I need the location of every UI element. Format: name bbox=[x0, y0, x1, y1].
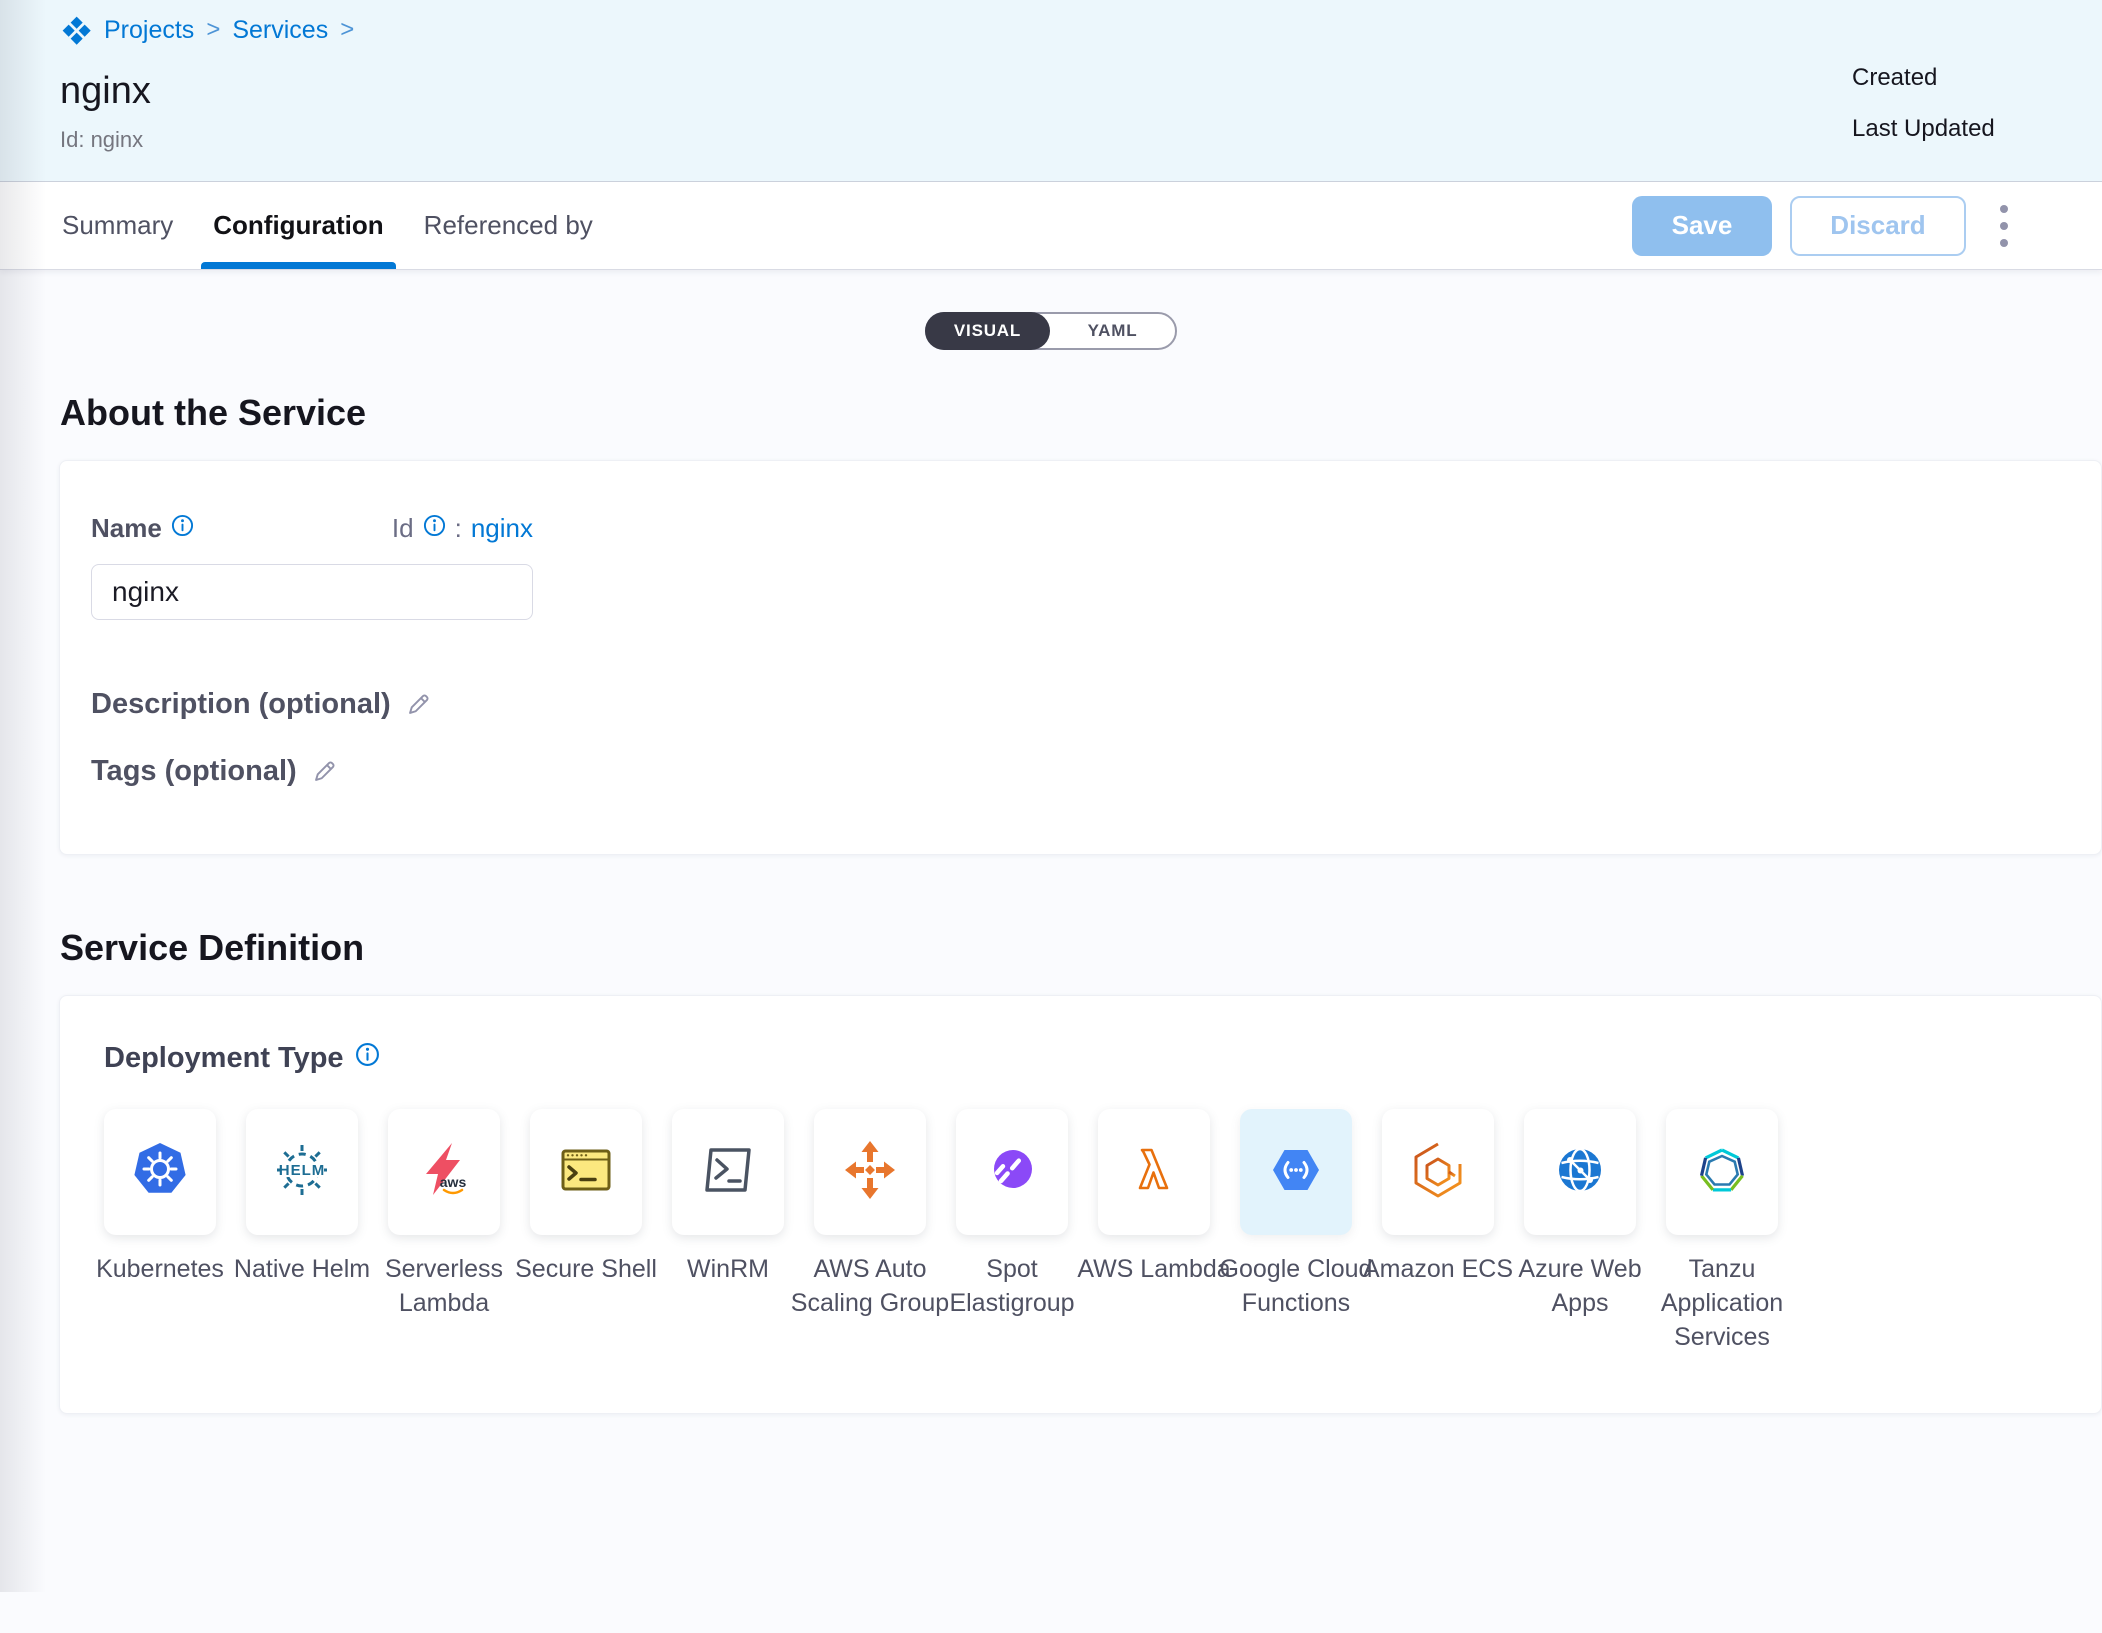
deployment-type-grid: KubernetesHELMNative HelmawsServerless L… bbox=[104, 1109, 2101, 1354]
description-edit-icon[interactable] bbox=[405, 691, 432, 718]
deployment-type-tile-label: Tanzu Application Services bbox=[1640, 1253, 1804, 1354]
name-label-group: Name bbox=[91, 513, 194, 544]
deployment-type-tile-aws-lambda[interactable] bbox=[1098, 1109, 1210, 1235]
svg-text:aws: aws bbox=[440, 1174, 467, 1190]
serverless-lambda-icon: aws bbox=[412, 1138, 476, 1207]
tags-edit-icon[interactable] bbox=[311, 758, 338, 785]
created-label: Created bbox=[1852, 64, 1995, 92]
deployment-type-serverless-lambda: awsServerless Lambda bbox=[388, 1109, 500, 1354]
deployment-type-tile-secure-shell[interactable] bbox=[530, 1109, 642, 1235]
harness-projects-icon bbox=[60, 14, 92, 46]
deployment-type-winrm: WinRM bbox=[672, 1109, 784, 1354]
deployment-type-tile-label: Google Cloud Functions bbox=[1214, 1253, 1378, 1321]
deployment-type-tile-kubernetes[interactable] bbox=[104, 1109, 216, 1235]
tab-configuration[interactable]: Configuration bbox=[193, 182, 403, 269]
configuration-content: VISUAL YAML About the Service Name Id : bbox=[0, 312, 2102, 1633]
deployment-type-secure-shell: Secure Shell bbox=[530, 1109, 642, 1354]
tab-summary[interactable]: Summary bbox=[42, 182, 193, 269]
deployment-type-aws-lambda: AWS Lambda bbox=[1098, 1109, 1210, 1354]
more-options-button[interactable] bbox=[1984, 196, 2024, 256]
deployment-type-tile-label: WinRM bbox=[646, 1253, 810, 1287]
deployment-type-tile-winrm[interactable] bbox=[672, 1109, 784, 1235]
breadcrumb-projects-link[interactable]: Projects bbox=[104, 16, 194, 45]
spot-elastigroup-icon bbox=[980, 1138, 1044, 1207]
deployment-type-tile-aws-auto-scaling-group[interactable] bbox=[814, 1109, 926, 1235]
breadcrumb-services-link[interactable]: Services bbox=[232, 16, 328, 45]
svg-text:HELM: HELM bbox=[279, 1162, 326, 1179]
tab-referenced-by[interactable]: Referenced by bbox=[404, 182, 613, 269]
name-info-icon[interactable] bbox=[171, 513, 194, 544]
deployment-type-azure-web-apps: Azure Web Apps bbox=[1524, 1109, 1636, 1354]
visual-yaml-toggle: VISUAL YAML bbox=[925, 312, 1177, 350]
service-definition-card: Deployment Type KubernetesHELMNative Hel… bbox=[59, 995, 2102, 1414]
azure-web-apps-icon bbox=[1548, 1138, 1612, 1207]
id-info-icon[interactable] bbox=[423, 513, 446, 544]
deployment-type-kubernetes: Kubernetes bbox=[104, 1109, 216, 1354]
deployment-type-tile-label: Amazon ECS bbox=[1356, 1253, 1520, 1287]
discard-button[interactable]: Discard bbox=[1790, 196, 1966, 256]
deployment-type-tile-label: Spot Elastigroup bbox=[930, 1253, 1094, 1321]
aws-auto-scaling-group-icon bbox=[838, 1138, 902, 1207]
deployment-type-spot-elastigroup: Spot Elastigroup bbox=[956, 1109, 1068, 1354]
tab-actions: Save Discard bbox=[1632, 196, 2102, 256]
deployment-type-tile-label: AWS Auto Scaling Group bbox=[788, 1253, 952, 1321]
page-title: nginx bbox=[60, 70, 2102, 113]
service-definition-heading: Service Definition bbox=[60, 927, 2102, 969]
about-service-heading: About the Service bbox=[60, 392, 2102, 434]
chevron-right-icon: > bbox=[338, 16, 356, 44]
service-id-line: Id: nginx bbox=[60, 127, 2102, 153]
deployment-type-tile-spot-elastigroup[interactable] bbox=[956, 1109, 1068, 1235]
chevron-right-icon: > bbox=[204, 16, 222, 44]
deployment-type-aws-auto-scaling-group: AWS Auto Scaling Group bbox=[814, 1109, 926, 1354]
deployment-type-tile-label: Native Helm bbox=[220, 1253, 384, 1287]
deployment-type-info-icon[interactable] bbox=[355, 1042, 380, 1075]
tags-label: Tags (optional) bbox=[91, 755, 297, 788]
deployment-type-tile-label: Kubernetes bbox=[78, 1253, 242, 1287]
deployment-type-tile-amazon-ecs[interactable] bbox=[1382, 1109, 1494, 1235]
id-label: Id bbox=[392, 513, 414, 544]
kubernetes-icon bbox=[128, 1138, 192, 1207]
google-cloud-functions-icon bbox=[1264, 1138, 1328, 1207]
deployment-type-label: Deployment Type bbox=[104, 1042, 344, 1075]
deployment-type-tile-native-helm[interactable]: HELM bbox=[246, 1109, 358, 1235]
deployment-type-tile-serverless-lambda[interactable]: aws bbox=[388, 1109, 500, 1235]
deployment-type-tile-label: Secure Shell bbox=[504, 1253, 668, 1287]
deployment-type-tile-tanzu-application-services[interactable] bbox=[1666, 1109, 1778, 1235]
deployment-type-tile-azure-web-apps[interactable] bbox=[1524, 1109, 1636, 1235]
native-helm-icon: HELM bbox=[270, 1138, 334, 1207]
deployment-type-tile-google-cloud-functions[interactable] bbox=[1240, 1109, 1352, 1235]
amazon-ecs-icon bbox=[1406, 1138, 1470, 1207]
breadcrumb: Projects > Services > bbox=[60, 14, 2102, 46]
toggle-visual[interactable]: VISUAL bbox=[925, 312, 1050, 350]
winrm-icon bbox=[696, 1138, 760, 1207]
id-colon: : bbox=[455, 513, 462, 544]
about-service-card: Name Id : nginx Description (optional) bbox=[59, 460, 2102, 855]
toggle-yaml[interactable]: YAML bbox=[1050, 314, 1175, 348]
save-button[interactable]: Save bbox=[1632, 196, 1772, 256]
tanzu-application-services-icon bbox=[1690, 1138, 1754, 1207]
deployment-type-tile-label: AWS Lambda bbox=[1072, 1253, 1236, 1287]
description-label: Description (optional) bbox=[91, 688, 391, 721]
deployment-type-native-helm: HELMNative Helm bbox=[246, 1109, 358, 1354]
last-updated-label: Last Updated bbox=[1852, 115, 1995, 143]
aws-lambda-icon bbox=[1122, 1138, 1186, 1207]
deployment-type-google-cloud-functions: Google Cloud Functions bbox=[1240, 1109, 1352, 1354]
deployment-type-tile-label: Serverless Lambda bbox=[362, 1253, 526, 1321]
secure-shell-icon bbox=[554, 1138, 618, 1207]
page-header: Projects > Services > nginx Id: nginx Cr… bbox=[0, 0, 2102, 182]
id-value-link[interactable]: nginx bbox=[471, 513, 533, 544]
service-name-input[interactable] bbox=[91, 564, 533, 620]
header-meta: Created Last Updated bbox=[1852, 64, 1995, 166]
id-group: Id : nginx bbox=[392, 513, 533, 544]
deployment-type-tanzu-application-services: Tanzu Application Services bbox=[1666, 1109, 1778, 1354]
name-label: Name bbox=[91, 513, 162, 544]
tab-bar: Summary Configuration Referenced by Save… bbox=[0, 182, 2102, 270]
deployment-type-amazon-ecs: Amazon ECS bbox=[1382, 1109, 1494, 1354]
deployment-type-tile-label: Azure Web Apps bbox=[1498, 1253, 1662, 1321]
